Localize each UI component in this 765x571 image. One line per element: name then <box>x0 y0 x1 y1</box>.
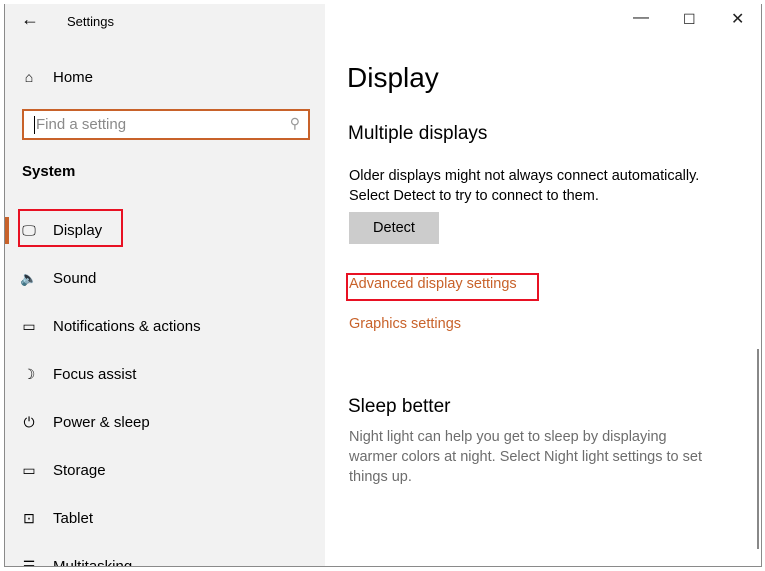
speaker-icon: 🔈 <box>20 269 38 286</box>
close-button[interactable]: ✕ <box>731 9 744 29</box>
sidebar-item-notifications-actions[interactable]: ▭ Notifications & actions <box>5 306 325 346</box>
text-line: things up. <box>349 469 412 485</box>
text-line: Older displays might not always connect … <box>349 168 700 184</box>
sidebar-item-tablet[interactable]: ⊡ Tablet <box>5 498 325 538</box>
sidebar-item-power-sleep[interactable]: ⏻ Power & sleep <box>5 402 325 442</box>
search-input[interactable]: Find a setting ⚲ <box>22 109 310 140</box>
back-arrow-icon[interactable]: ← <box>21 9 39 30</box>
sidebar-item-label: Storage <box>53 461 106 479</box>
settings-window: ← Settings ⌂ Home Find a setting ⚲ Syste… <box>4 4 762 567</box>
power-icon: ⏻ <box>23 413 35 430</box>
text-line: Night light can help you get to sleep by… <box>349 429 667 445</box>
minimize-button[interactable]: — <box>633 9 649 27</box>
sidebar-item-label: Power & sleep <box>53 413 150 431</box>
multitasking-icon: ☰ <box>22 557 36 567</box>
window-title: Settings <box>67 14 114 29</box>
moon-icon: ☽ <box>22 365 36 382</box>
sidebar-item-label: Notifications & actions <box>53 317 201 335</box>
text-line: Select Detect to try to connect to them. <box>349 188 599 204</box>
sidebar-item-display[interactable]: 🖵 Display <box>5 210 325 250</box>
scrollbar[interactable] <box>757 349 759 549</box>
monitor-icon: 🖵 <box>22 221 36 238</box>
storage-icon: ▭ <box>22 461 36 478</box>
search-icon[interactable]: ⚲ <box>290 115 300 132</box>
home-icon: ⌂ <box>24 69 34 85</box>
sidebar-item-multitasking[interactable]: ☰ Multitasking <box>5 546 325 567</box>
sleep-better-heading: Sleep better <box>348 396 451 417</box>
sidebar-item-label: Focus assist <box>53 365 137 383</box>
search-placeholder: Find a setting <box>36 116 127 133</box>
multiple-displays-heading: Multiple displays <box>348 123 488 144</box>
sidebar-item-label: Multitasking <box>53 557 133 567</box>
sidebar: ← Settings ⌂ Home Find a setting ⚲ Syste… <box>5 4 325 566</box>
sidebar-item-label: Tablet <box>53 509 94 527</box>
sidebar-item-sound[interactable]: 🔈 Sound <box>5 258 325 298</box>
detect-button[interactable]: Detect <box>349 212 439 244</box>
sidebar-item-label: Display <box>53 221 103 239</box>
maximize-button[interactable]: ☐ <box>683 11 696 28</box>
home-label: Home <box>53 68 94 86</box>
text-caret <box>34 115 35 134</box>
sidebar-item-focus-assist[interactable]: ☽ Focus assist <box>5 354 325 394</box>
section-heading: System <box>22 163 76 180</box>
notification-icon: ▭ <box>22 317 36 334</box>
tablet-icon: ⊡ <box>23 509 35 526</box>
text-line: warmer colors at night. Select Night lig… <box>349 449 702 465</box>
page-title: Display <box>347 62 439 93</box>
sidebar-item-home[interactable]: ⌂ Home <box>5 57 325 97</box>
graphics-settings-link[interactable]: Graphics settings <box>349 316 461 332</box>
sleep-better-text: Night light can help you get to sleep by… <box>349 427 702 487</box>
sidebar-item-storage[interactable]: ▭ Storage <box>5 450 325 490</box>
sidebar-item-label: Sound <box>53 269 97 287</box>
advanced-display-settings-link[interactable]: Advanced display settings <box>349 276 517 292</box>
multiple-displays-text: Older displays might not always connect … <box>349 166 699 206</box>
